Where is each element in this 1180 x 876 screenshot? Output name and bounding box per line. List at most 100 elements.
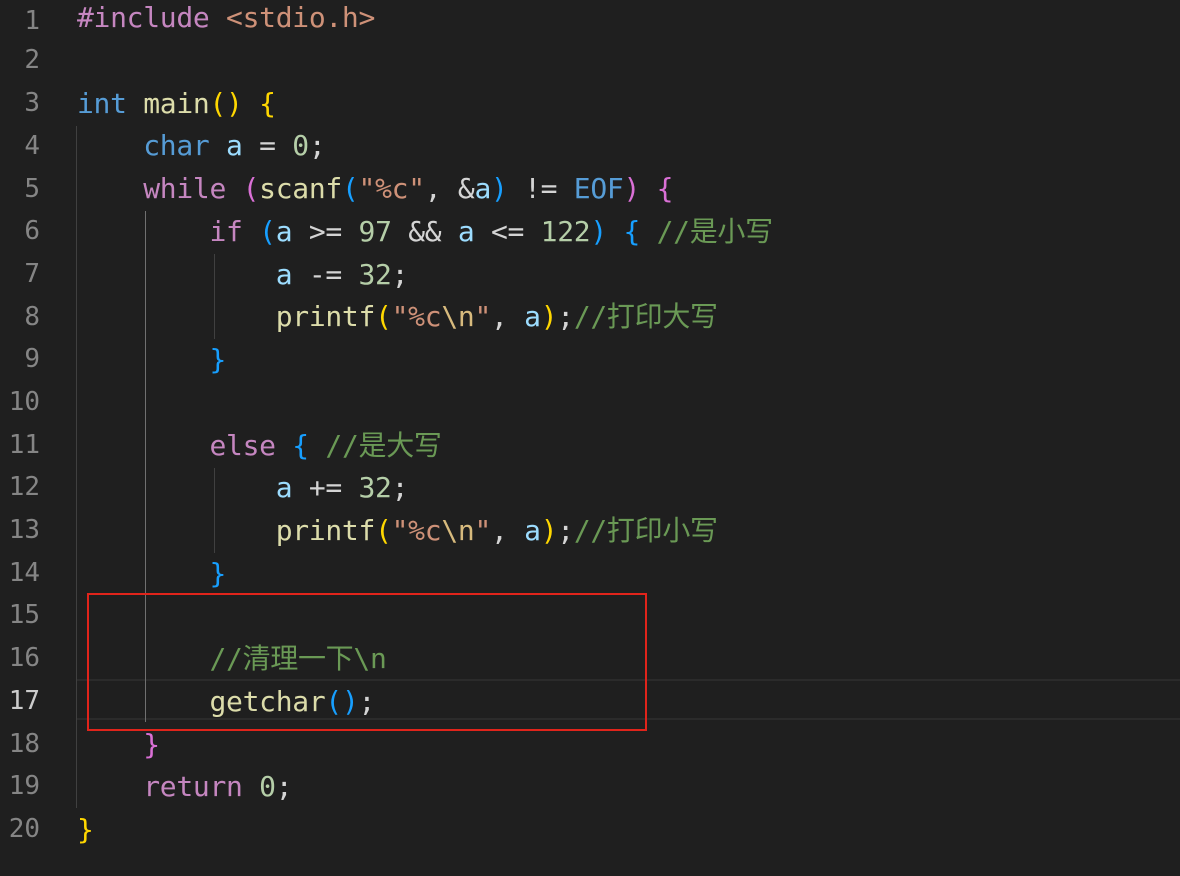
paren: ( (242, 172, 260, 205)
comment: //是大写 (325, 429, 442, 462)
code-line-14[interactable]: } (77, 552, 226, 595)
code-line-7[interactable]: a -= 32; (77, 253, 409, 296)
brace: } (209, 557, 227, 590)
operator: != (507, 172, 574, 205)
line-number: 2 (24, 45, 40, 75)
variable: a (275, 471, 293, 504)
line-number: 1 (24, 6, 40, 36)
operator: += (292, 471, 359, 504)
include-header: <stdio.h> (226, 1, 376, 34)
code-line-19[interactable]: return 0; (77, 765, 292, 808)
number-literal: 97 (358, 215, 392, 248)
string-literal: "%c (391, 514, 442, 547)
code-line-3[interactable]: int main() { (77, 82, 276, 125)
paren: ) (491, 172, 508, 205)
brace: { (656, 172, 674, 205)
line-number: 7 (24, 259, 40, 289)
paren: ( (209, 87, 227, 120)
function-name: main (143, 87, 210, 120)
line-number: 19 (8, 771, 40, 801)
preprocessor-directive: #include (77, 1, 210, 34)
code-line-11[interactable]: else { //是大写 (77, 424, 442, 467)
code-line-4[interactable]: char a = 0; (77, 124, 325, 167)
line-number: 14 (8, 558, 40, 588)
line-number: 9 (24, 344, 40, 374)
comma: , (491, 300, 525, 333)
semicolon: ; (391, 471, 409, 504)
brace: } (143, 728, 160, 761)
line-number: 16 (8, 643, 40, 673)
brace: { (623, 215, 641, 248)
code-line-20[interactable]: } (77, 808, 94, 851)
variable: a (524, 300, 541, 333)
function-name: scanf (259, 172, 342, 205)
paren: ( (375, 300, 392, 333)
string-literal: "%c" (358, 172, 426, 205)
code-line-9[interactable]: } (77, 338, 226, 381)
line-number: 11 (8, 430, 40, 460)
brace: { (292, 429, 309, 462)
string-literal: "%c (391, 300, 442, 333)
function-name: printf (275, 300, 376, 333)
escape-sequence: \n (441, 300, 475, 333)
variable: a (275, 258, 293, 291)
code-line-13[interactable]: printf("%c\n", a);//打印小写 (77, 509, 718, 552)
number-literal: 0 (259, 770, 276, 803)
control-keyword: if (209, 215, 243, 248)
brace: } (209, 343, 227, 376)
operator: >= (292, 215, 359, 248)
number-literal: 122 (540, 215, 591, 248)
code-line-6[interactable]: if (a >= 97 && a <= 122) { //是小写 (77, 210, 773, 253)
line-number: 15 (8, 600, 40, 630)
operator: && (391, 215, 458, 248)
number-literal: 32 (358, 471, 392, 504)
string-literal: " (474, 300, 491, 333)
line-number: 8 (24, 302, 40, 332)
code-line-8[interactable]: printf("%c\n", a);//打印大写 (77, 295, 718, 338)
string-literal: " (474, 514, 491, 547)
code-line-12[interactable]: a += 32; (77, 466, 409, 509)
semicolon: ; (308, 129, 326, 162)
function-name: printf (275, 514, 376, 547)
variable: a (474, 172, 491, 205)
semicolon: ; (557, 300, 574, 333)
control-keyword: while (143, 172, 227, 205)
paren: ) (590, 215, 607, 248)
line-number: 10 (8, 387, 40, 417)
type-keyword: int (77, 87, 127, 120)
code-editor[interactable]: 1 2 3 4 5 6 7 8 9 10 11 12 13 14 15 16 1… (0, 0, 1180, 876)
code-line-1[interactable]: #include <stdio.h> (77, 0, 375, 39)
variable: a (524, 514, 541, 547)
type-keyword: char (143, 129, 210, 162)
paren: ( (341, 172, 359, 205)
paren: ) (623, 172, 641, 205)
code-line-5[interactable]: while (scanf("%c", &a) != EOF) { (77, 167, 673, 210)
paren: ) (540, 300, 558, 333)
comment: //打印小写 (573, 514, 718, 547)
line-number-active: 17 (8, 686, 40, 716)
control-keyword: else (209, 429, 276, 462)
line-number: 12 (8, 472, 40, 502)
line-number-gutter: 1 2 3 4 5 6 7 8 9 10 11 12 13 14 15 16 1… (0, 0, 60, 876)
comment: //是小写 (656, 215, 774, 248)
paren: ) (226, 87, 243, 120)
